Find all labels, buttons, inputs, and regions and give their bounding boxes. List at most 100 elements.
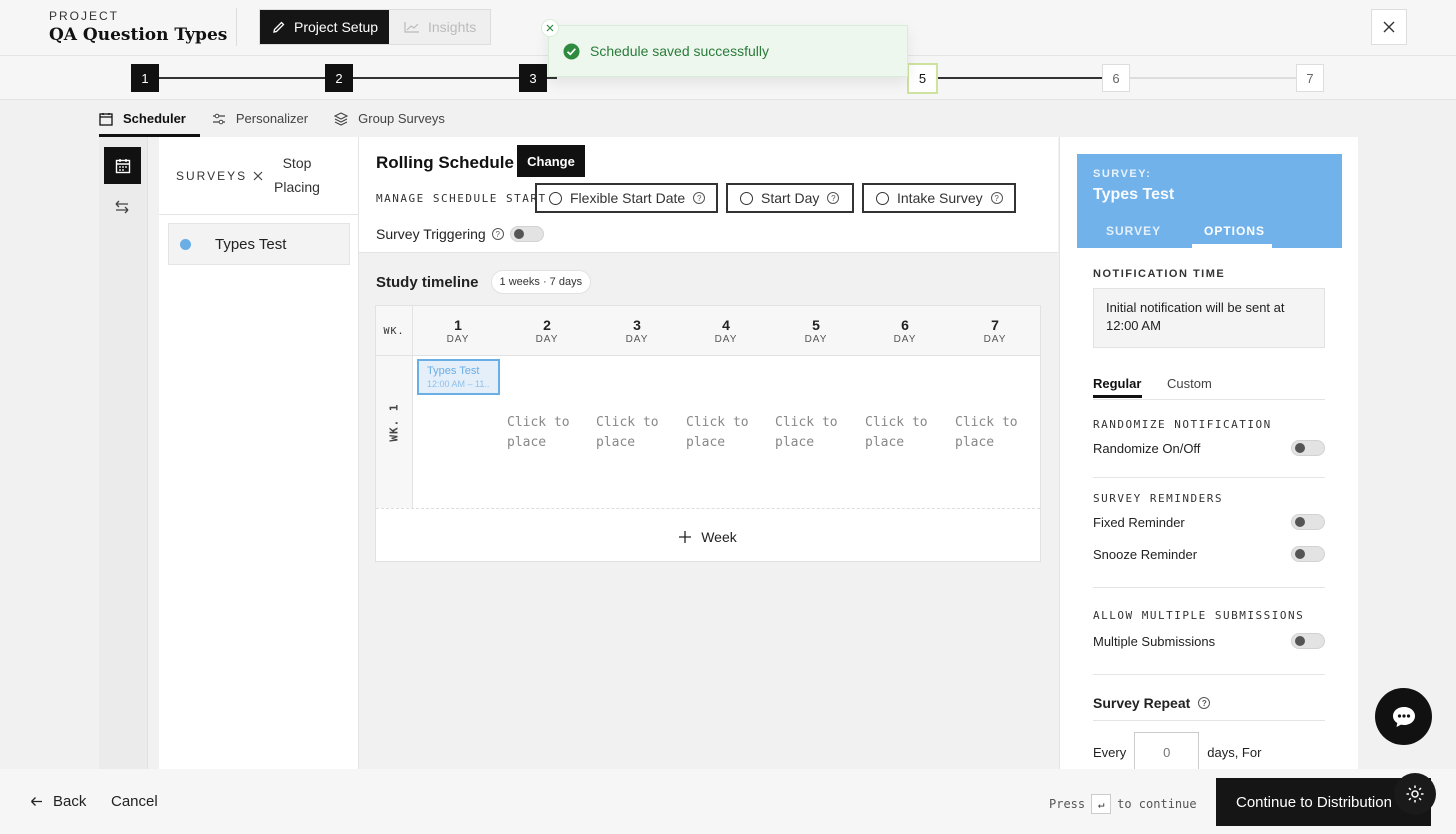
enter-key-icon: ↵ [1091,794,1112,814]
close-icon [1383,21,1395,33]
add-week-button[interactable]: Week [376,516,1040,558]
repeat-every-row: Every days, For [1093,732,1261,772]
subtab-custom[interactable]: Custom [1167,376,1212,391]
surveys-label: SURVEYS [176,169,263,183]
day-header-7: 7 DAY [951,317,1039,345]
day-number: 5 [812,317,820,333]
row-divider [376,508,1040,509]
layers-icon [334,111,349,126]
swap-view-button[interactable] [113,199,131,215]
survey-options-header: SURVEY: Types Test SURVEY OPTIONS [1077,154,1342,248]
fixed-reminder-toggle[interactable] [1291,514,1325,530]
day-label: DAY [625,334,649,345]
step-7[interactable]: 7 [1296,64,1324,92]
step-6[interactable]: 6 [1102,64,1130,92]
day-header-6: 6 DAY [861,317,949,345]
close-icon[interactable] [253,171,263,181]
help-icon[interactable]: ? [491,228,504,240]
tab-personalizer[interactable]: Personalizer [212,100,322,137]
repeat-days-input[interactable] [1134,732,1200,772]
step-1[interactable]: 1 [131,64,159,92]
project-setup-button[interactable]: Project Setup [260,10,389,44]
snooze-reminder-label: Snooze Reminder [1093,546,1198,562]
fixed-reminder-row: Fixed Reminder [1093,514,1325,530]
multiple-submissions-label: Multiple Submissions [1093,633,1216,649]
radio-icon [740,191,753,205]
timeline-header: Study timeline 1 weeks · 7 days [376,270,592,294]
survey-list-item[interactable]: Types Test [168,223,350,265]
insights-button[interactable]: Insights [404,10,476,44]
survey-triggering-label: Survey Triggering [376,226,486,242]
fixed-reminder-label: Fixed Reminder [1093,514,1185,530]
subtab-divider [1093,399,1325,400]
success-toast: Schedule saved successfully [548,25,908,77]
snooze-reminder-toggle[interactable] [1291,546,1325,562]
calendar-view-button[interactable] [104,147,141,184]
day-number: 3 [633,317,641,333]
stop-placing-button[interactable]: Stop Placing [271,151,323,199]
day-number: 6 [901,317,909,333]
notification-time-label: NOTIFICATION TIME [1093,268,1226,280]
step-3[interactable]: 3 [519,64,547,92]
click-to-place-day-6[interactable]: Click to place [865,413,945,453]
placed-survey-block[interactable]: Types Test 12:00 AM – 11... [417,359,500,395]
day-header-1: 1 DAY [414,317,502,345]
back-button[interactable]: Back [30,793,86,810]
tab-group-surveys[interactable]: Group Surveys [334,100,459,137]
day-label: DAY [983,334,1007,345]
days-for-label: days, For [1207,744,1262,760]
help-icon[interactable]: ? [827,192,840,204]
settings-button[interactable] [1394,773,1436,815]
grid-header: WK. 1 DAY 2 DAY 3 DAY 4 DAY 5 DAY 6 DAY 7 DAY [376,306,1040,356]
tab-scheduler[interactable]: Scheduler [99,100,200,137]
tab-label: Personalizer [235,111,309,126]
day-header-5: 5 DAY [772,317,860,345]
click-to-place-day-2[interactable]: Click to place [507,413,587,453]
day-number: 1 [454,317,462,333]
randomize-toggle[interactable] [1291,440,1325,456]
day-number: 2 [543,317,551,333]
chart-line-icon [404,21,420,33]
tab-survey[interactable]: SURVEY [1106,224,1161,238]
cancel-button[interactable]: Cancel [111,793,158,810]
toast-message: Schedule saved successfully [590,43,769,59]
flexible-start-date-option[interactable]: Flexible Start Date ? [535,183,718,213]
click-to-place-day-5[interactable]: Click to place [775,413,855,453]
survey-title: Types Test [1093,186,1175,203]
multiple-section-label: ALLOW MULTIPLE SUBMISSIONS [1093,609,1305,622]
section-divider [1093,587,1325,588]
press-text: Press [1049,797,1086,811]
subtab-regular[interactable]: Regular [1093,376,1141,391]
chat-button[interactable] [1375,688,1432,745]
help-icon[interactable]: ? [990,192,1003,204]
radio-icon [549,191,562,205]
help-icon[interactable]: ? [693,192,706,204]
day-label: DAY [893,334,917,345]
toast-close-button[interactable] [541,19,559,37]
timeline-grid: WK. 1 DAY 2 DAY 3 DAY 4 DAY 5 DAY 6 DAY 7 DAY W… [375,305,1041,562]
tab-label: Scheduler [123,111,186,126]
left-rail [99,137,148,769]
step-5[interactable]: 5 [907,63,938,94]
to-continue-text: to continue [1117,797,1197,811]
step-2[interactable]: 2 [325,64,353,92]
multiple-submissions-toggle[interactable] [1291,633,1325,649]
click-to-place-day-4[interactable]: Click to place [686,413,766,453]
intake-survey-option[interactable]: Intake Survey ? [862,183,1016,213]
survey-triggering-toggle[interactable] [509,226,544,242]
timeline-duration-badge: 1 weeks · 7 days [490,270,592,294]
change-schedule-button[interactable]: Change [517,145,585,177]
survey-label: SURVEY: [1093,168,1152,180]
click-to-place-day-3[interactable]: Click to place [596,413,676,453]
close-icon [546,24,554,32]
help-icon[interactable]: ? [1198,697,1211,709]
section-divider [1093,674,1325,675]
tab-options[interactable]: OPTIONS [1204,224,1265,238]
randomize-section-label: RANDOMIZE NOTIFICATION [1093,418,1272,431]
click-to-place-day-7[interactable]: Click to place [955,413,1035,453]
close-button[interactable] [1371,9,1407,45]
tab-label: Group Surveys [358,111,445,126]
placed-survey-name: Types Test [427,365,480,377]
start-day-option[interactable]: Start Day ? [726,183,854,213]
day-label: DAY [804,334,828,345]
